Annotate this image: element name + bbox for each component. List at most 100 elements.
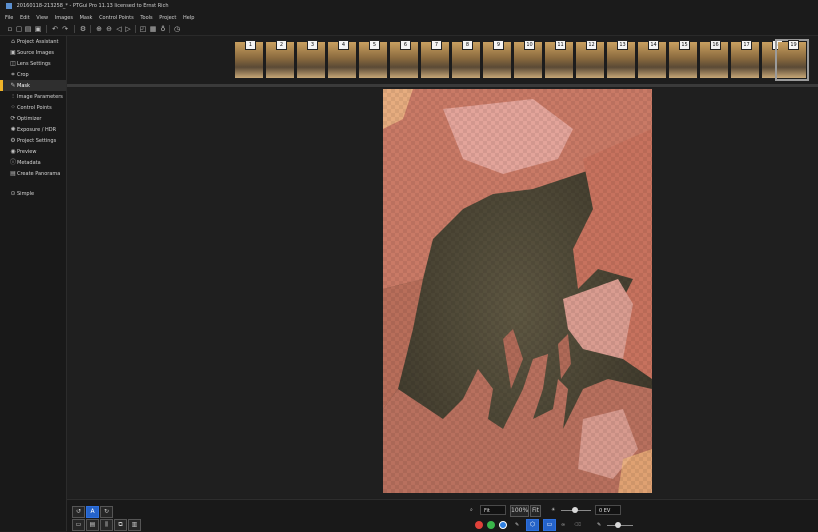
sidebar-item-label: Metadata xyxy=(17,160,41,166)
thumbnail[interactable]: 12 xyxy=(576,40,604,78)
zoom-level-field[interactable]: Fit xyxy=(480,505,506,515)
mask-clear-icon[interactable] xyxy=(499,521,507,529)
columns-icon[interactable]: ⫼ xyxy=(100,519,113,531)
thumbnail[interactable]: 16 xyxy=(700,40,728,78)
fill-tool-icon[interactable]: ⬡ xyxy=(526,519,539,531)
thumbnail[interactable]: 14 xyxy=(638,40,666,78)
save-mask-icon[interactable]: ▤ xyxy=(86,519,99,531)
menu-project[interactable]: Project xyxy=(159,15,176,21)
menu-edit[interactable]: Edit xyxy=(20,15,30,21)
zoom-100-button[interactable]: 100% xyxy=(510,505,529,517)
redo-icon[interactable]: ↷ xyxy=(61,25,69,33)
bottom-toolbar: ↺ A ↻ ▭ ▤ ⫼ ⧉ ▥ ⌕ Fit 100% Fit ☀ 0 EV ✎ … xyxy=(67,499,818,532)
thumbnail[interactable]: 5 xyxy=(359,40,387,78)
menu-control-points[interactable]: Control Points xyxy=(99,15,134,21)
sidebar-item-optimizer[interactable]: ⟳Optimizer xyxy=(0,113,66,124)
grid-icon[interactable]: ▦ xyxy=(149,25,157,33)
sidebar: ⌂ Project Assistant ▣Source Images ◫Lens … xyxy=(0,36,67,531)
app-icon xyxy=(6,2,12,9)
thumbnail-number: 14 xyxy=(648,40,659,50)
next-icon[interactable]: ▷ xyxy=(124,25,132,33)
undo-icon[interactable]: ↶ xyxy=(51,25,59,33)
thumbnail-number: 6 xyxy=(400,40,411,50)
menu-help[interactable]: Help xyxy=(183,15,194,21)
thumbnail[interactable]: 8 xyxy=(452,40,480,78)
sidebar-item-metadata[interactable]: ⓘMetadata xyxy=(0,157,66,168)
menu-file[interactable]: File xyxy=(5,15,13,21)
sidebar-item-simple[interactable]: ⊙Simple xyxy=(0,188,66,199)
thumbnail[interactable]: 13 xyxy=(607,40,635,78)
home-icon: ⌂ xyxy=(11,38,15,45)
sidebar-item-lens-settings[interactable]: ◫Lens Settings xyxy=(0,58,66,69)
zoom-in-icon[interactable]: ⊕ xyxy=(95,25,103,33)
optimizer-icon: ⟳ xyxy=(10,115,16,122)
thumbnail[interactable]: 2 xyxy=(266,40,294,78)
menu-tools[interactable]: Tools xyxy=(140,15,152,21)
single-view-icon[interactable]: ▭ xyxy=(72,519,85,531)
thumbnail[interactable]: 17 xyxy=(731,40,759,78)
exposure-slider-handle[interactable] xyxy=(572,507,578,513)
mask-canvas[interactable] xyxy=(67,88,818,498)
sidebar-item-label: Source Images xyxy=(17,50,55,56)
thumbnail-number: 16 xyxy=(710,40,721,50)
brush-size-handle[interactable] xyxy=(615,522,621,528)
sidebar-item-mask[interactable]: ✎Mask xyxy=(0,80,66,91)
sidebar-item-preview[interactable]: ◉Preview xyxy=(0,146,66,157)
thumbnail-number: 7 xyxy=(431,40,442,50)
thumbnail[interactable]: 6 xyxy=(390,40,418,78)
sidebar-item-crop[interactable]: ⌗ Crop xyxy=(0,69,66,80)
rotate-right-icon[interactable]: ↻ xyxy=(100,506,113,518)
thumbnail[interactable]: 4 xyxy=(328,40,356,78)
thumbnail[interactable]: 3 xyxy=(297,40,325,78)
sidebar-item-label: Preview xyxy=(17,149,37,155)
zoom-fit-button[interactable]: Fit xyxy=(530,505,541,517)
new-file-icon[interactable]: ▫ xyxy=(6,25,14,33)
toolbar-separator xyxy=(90,25,91,33)
previous-icon[interactable]: ◁ xyxy=(115,25,123,33)
link-icon[interactable]: ∞ xyxy=(561,520,565,530)
thumbnail[interactable]: 7 xyxy=(421,40,449,78)
sidebar-item-label: Optimizer xyxy=(17,116,42,122)
thumbnail-number: 4 xyxy=(338,40,349,50)
menu-mask[interactable]: Mask xyxy=(80,15,93,21)
settings-icon[interactable]: ⚙ xyxy=(79,25,87,33)
history-icon[interactable]: ◷ xyxy=(173,25,181,33)
thumbnail[interactable]: 11 xyxy=(545,40,573,78)
copy-mask-icon[interactable]: ⧉ xyxy=(114,519,127,531)
sidebar-item-exposure-hdr[interactable]: ✺Exposure / HDR xyxy=(0,124,66,135)
exposure-field[interactable]: 0 EV xyxy=(595,505,621,515)
brightness-icon: ☀ xyxy=(551,507,556,513)
sidebar-item-label: Exposure / HDR xyxy=(17,127,57,133)
zoom-icon[interactable]: ⌕ xyxy=(470,505,473,515)
save-as-icon[interactable]: ▣ xyxy=(34,25,42,33)
auto-mask-button[interactable]: A xyxy=(86,506,99,518)
rectangle-tool-icon[interactable]: ▭ xyxy=(543,519,556,531)
mask-green-icon[interactable] xyxy=(487,521,495,529)
pin-icon[interactable]: ♁ xyxy=(159,25,167,33)
brush-icon[interactable]: ✎ xyxy=(515,520,519,530)
thumbnail-number: 9 xyxy=(493,40,504,50)
rotate-left-icon[interactable]: ↺ xyxy=(72,506,85,518)
thumbnail-strip: 1 2 3 4 5 6 7 8 9 10 11 12 13 14 15 16 1… xyxy=(67,36,818,87)
sidebar-item-image-parameters[interactable]: ⫶ Image Parameters xyxy=(0,91,66,102)
thumbnail[interactable]: 1 xyxy=(235,40,263,78)
sidebar-item-project-settings[interactable]: ⚙Project Settings xyxy=(0,135,66,146)
thumbnail-selected[interactable]: 19 xyxy=(775,39,809,81)
zoom-out-icon[interactable]: ⊖ xyxy=(105,25,113,33)
save-icon[interactable]: ▤ xyxy=(24,25,32,33)
sidebar-item-source-images[interactable]: ▣Source Images xyxy=(0,47,66,58)
sidebar-item-create-panorama[interactable]: ▤Create Panorama xyxy=(0,168,66,179)
source-image-masked[interactable] xyxy=(383,89,652,493)
thumbnail[interactable]: 15 xyxy=(669,40,697,78)
open-file-icon[interactable]: ▢ xyxy=(15,25,23,33)
layout-icon[interactable]: ◰ xyxy=(139,25,147,33)
thumbnail[interactable]: 10 xyxy=(514,40,542,78)
thumbnail[interactable]: 9 xyxy=(483,40,511,78)
sidebar-item-project-assistant[interactable]: ⌂ Project Assistant xyxy=(0,36,66,47)
menu-view[interactable]: View xyxy=(36,15,48,21)
paste-mask-icon[interactable]: ▥ xyxy=(128,519,141,531)
menu-images[interactable]: Images xyxy=(55,15,73,21)
sidebar-item-control-points[interactable]: ⁘Control Points xyxy=(0,102,66,113)
mask-red-icon[interactable] xyxy=(475,521,483,529)
eraser-icon[interactable]: ⌫ xyxy=(574,520,581,530)
